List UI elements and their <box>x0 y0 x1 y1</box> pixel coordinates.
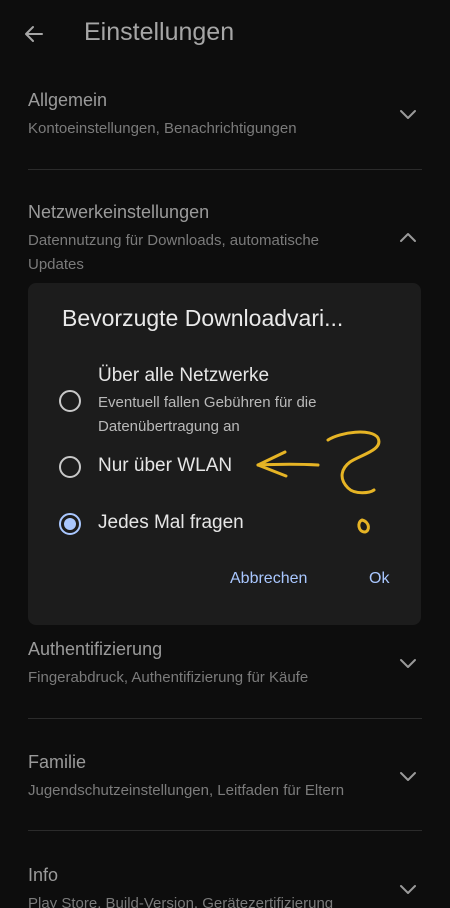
section-netzwerkeinstellungen[interactable]: Netzwerkeinstellungen Datennutzung für D… <box>0 170 450 282</box>
option-label: Jedes Mal fragen <box>98 512 244 533</box>
option-label: Nur über WLAN <box>98 455 233 476</box>
radio-button-selected[interactable] <box>59 513 81 535</box>
section-title: Info <box>28 865 59 885</box>
section-allgemein[interactable]: Allgemein Kontoeinstellungen, Benachrich… <box>0 0 450 170</box>
section-subtitle: Kontoeinstellungen, Benachrichtigungen <box>28 120 297 137</box>
chevron-down-icon[interactable] <box>396 651 420 675</box>
section-title: Familie <box>28 752 87 772</box>
chevron-down-icon[interactable] <box>396 764 420 788</box>
cancel-button[interactable]: Abbrechen <box>230 570 307 588</box>
section-subtitle: Datennutzung für Downloads, automatische… <box>28 232 320 273</box>
section-subtitle: Fingerabdruck, Authentifizierung für Käu… <box>28 669 309 686</box>
section-title: Allgemein <box>28 90 108 110</box>
chevron-down-icon[interactable] <box>396 102 420 126</box>
dialog-title: Bevorzugte Downloadvari... <box>62 305 344 331</box>
radio-button[interactable] <box>59 390 81 412</box>
option-label: Über alle Netzwerke <box>98 365 270 386</box>
section-authentifizierung[interactable]: Authentifizierung Fingerabdruck, Authent… <box>0 625 450 718</box>
section-title: Netzwerkeinstellungen <box>28 202 210 222</box>
chevron-up-icon[interactable] <box>396 226 420 250</box>
chevron-down-icon[interactable] <box>396 877 420 901</box>
section-title: Authentifizierung <box>28 639 163 659</box>
section-info[interactable]: Info Play Store, Build-Version, Geräteze… <box>0 831 450 908</box>
section-subtitle: Play Store, Build-Version, Gerätezertifi… <box>28 895 334 908</box>
download-preference-dialog: Bevorzugte Downloadvari... Über alle Net… <box>28 283 421 625</box>
section-familie[interactable]: Familie Jugendschutzeinstellungen, Leitf… <box>0 719 450 831</box>
settings-screen: Einstellungen Allgemein Kontoeinstellung… <box>0 0 450 908</box>
radio-button[interactable] <box>59 456 81 478</box>
option-subtitle: Eventuell fallen Gebühren für die Datenü… <box>98 394 317 435</box>
section-subtitle: Jugendschutzeinstellungen, Leitfaden für… <box>28 782 345 799</box>
ok-button[interactable]: Ok <box>369 570 389 588</box>
